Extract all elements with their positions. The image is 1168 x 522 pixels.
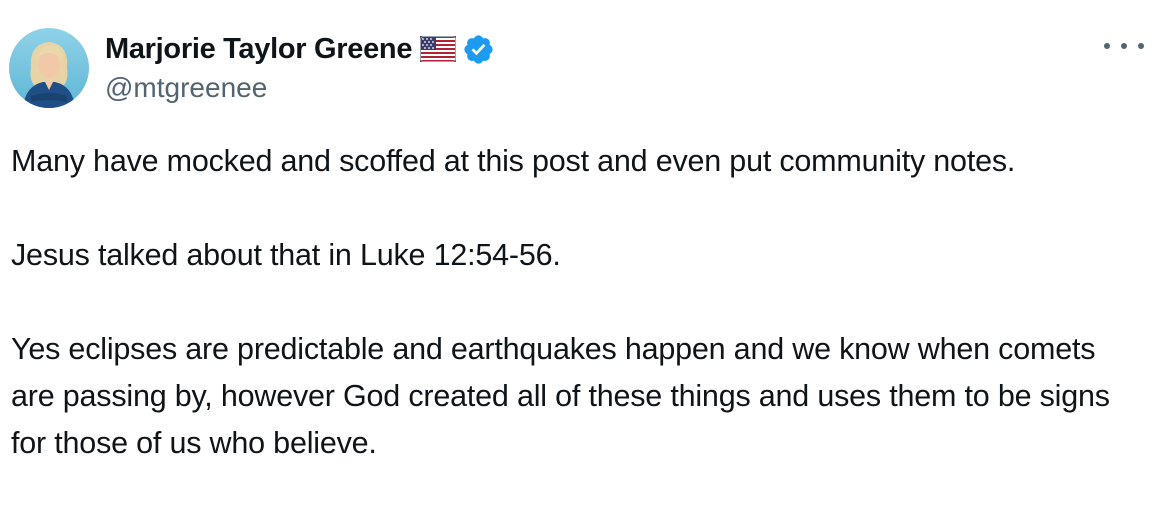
author-display-name[interactable]: Marjorie Taylor Greene [105, 32, 412, 66]
avatar[interactable] [9, 28, 89, 108]
more-dot [1104, 43, 1110, 49]
avatar-image [9, 28, 89, 108]
tweet-paragraph: Jesus talked about that in Luke 12:54-56… [11, 238, 561, 272]
us-flag-icon [420, 36, 457, 62]
more-dot [1121, 43, 1127, 49]
tweet-card: Marjorie Taylor Greene @mtgreenee Many h… [0, 0, 1168, 522]
more-dot [1138, 43, 1144, 49]
author-handle[interactable]: @mtgreenee [105, 71, 267, 105]
tweet-text: Many have mocked and scoffed at this pos… [11, 138, 1141, 467]
verified-badge-icon[interactable] [462, 33, 495, 66]
more-options-icon[interactable] [1104, 32, 1144, 60]
tweet-paragraph: Yes eclipses are predictable and earthqu… [11, 332, 1110, 460]
author-name-row: Marjorie Taylor Greene [105, 32, 495, 66]
tweet-paragraph: Many have mocked and scoffed at this pos… [11, 144, 1016, 178]
